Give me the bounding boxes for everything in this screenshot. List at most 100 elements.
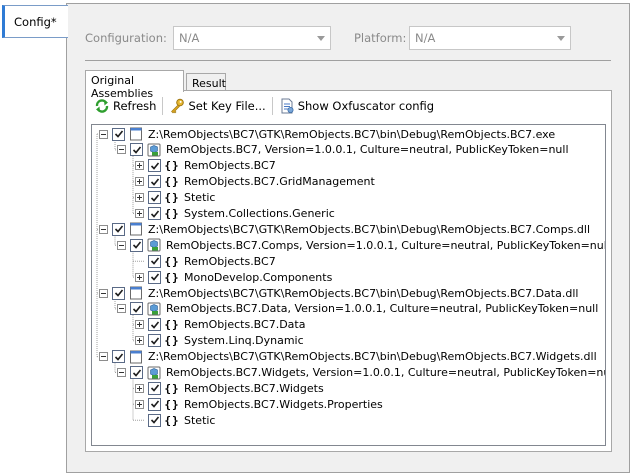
tree-row[interactable]: {} System.Collections.Generic (135, 206, 335, 222)
tree-checkbox[interactable] (148, 175, 161, 189)
tree-checkbox[interactable] (148, 207, 161, 220)
tree-checkbox[interactable] (148, 413, 161, 427)
set-key-file-label: Set Key File... (188, 99, 266, 113)
collapse-icon[interactable] (117, 304, 126, 314)
file-icon (128, 286, 144, 300)
collapse-icon[interactable] (99, 129, 108, 139)
set-key-file-button[interactable]: Set Key File... (165, 95, 269, 117)
tree-row-label: Stetic (184, 413, 216, 427)
divider (85, 60, 611, 61)
assembly-icon (146, 302, 162, 316)
tree-row[interactable]: {} System.Linq.Dynamic (135, 333, 304, 349)
expand-icon[interactable] (135, 383, 144, 393)
tree-row-label: RemObjects.BC7.Comps, Version=1.0.0.1, C… (166, 238, 606, 252)
tree-checkbox[interactable] (148, 334, 161, 348)
tree-row[interactable]: RemObjects.BC7.Widgets, Version=1.0.0.1,… (117, 365, 605, 381)
expand-icon[interactable] (135, 177, 144, 187)
namespace-icon: {} (164, 413, 180, 427)
tree-row-label: RemObjects.BC7.Widgets.Properties (184, 397, 383, 411)
tree-checkbox[interactable] (148, 318, 161, 332)
tree-checkbox[interactable] (112, 350, 125, 364)
tree-row[interactable]: {} MonoDevelop.Components (135, 269, 332, 285)
show-config-button[interactable]: Show Oxfuscator config (275, 95, 438, 117)
tree-checkbox[interactable] (148, 270, 161, 284)
configuration-label: Configuration: (85, 31, 167, 45)
tree-row[interactable]: {} Stetic (135, 412, 215, 428)
tree-row[interactable]: Z:\RemObjects\BC7\GTK\RemObjects.BC7\bin… (99, 349, 597, 365)
tree-row[interactable]: Z:\RemObjects\BC7\GTK\RemObjects.BC7\bin… (99, 126, 555, 142)
namespace-icon: {} (164, 334, 180, 348)
tree-row[interactable]: {} RemObjects.BC7 (135, 158, 276, 174)
collapse-icon[interactable] (117, 240, 126, 250)
collapse-icon[interactable] (117, 368, 126, 377)
tree-row-label: RemObjects.BC7 (184, 159, 276, 173)
tab-config[interactable]: Config* (2, 5, 68, 38)
tree-row[interactable]: {} RemObjects.BC7.Widgets.Properties (135, 396, 383, 412)
expand-icon[interactable] (135, 336, 144, 346)
tree-checkbox[interactable] (130, 366, 143, 379)
chevron-down-icon (557, 36, 565, 41)
tree-checkbox[interactable] (148, 159, 161, 173)
file-icon (128, 222, 144, 236)
refresh-icon (95, 99, 109, 113)
namespace-icon: {} (164, 191, 180, 205)
expand-icon[interactable] (135, 161, 144, 171)
tree-row-label: RemObjects.BC7 (184, 254, 276, 268)
config-document-icon (281, 98, 294, 114)
assembly-tree[interactable]: Z:\RemObjects\BC7\GTK\RemObjects.BC7\bin… (91, 124, 606, 446)
tree-checkbox[interactable] (112, 286, 125, 300)
tree-row[interactable]: Z:\RemObjects\BC7\GTK\RemObjects.BC7\bin… (99, 221, 590, 237)
tree-checkbox[interactable] (130, 143, 143, 157)
expand-icon[interactable] (135, 272, 144, 282)
tree-row[interactable]: RemObjects.BC7.Comps, Version=1.0.0.1, C… (117, 237, 606, 253)
tree-row-label: RemObjects.BC7.GridManagement (184, 175, 375, 189)
tree-checkbox[interactable] (130, 302, 143, 316)
configuration-select[interactable]: N/A (173, 26, 331, 50)
platform-select[interactable]: N/A (409, 26, 571, 50)
tree-row[interactable]: {} RemObjects.BC7.Data (135, 317, 305, 333)
assembly-icon (146, 238, 162, 252)
tree-row-label: MonoDevelop.Components (184, 270, 333, 284)
file-icon (128, 127, 144, 141)
tree-row[interactable]: {} RemObjects.BC7.GridManagement (135, 174, 375, 190)
expand-icon[interactable] (135, 193, 144, 203)
tree-row-label: Stetic (184, 191, 216, 205)
assembly-icon (146, 366, 162, 380)
tree-row[interactable]: RemObjects.BC7, Version=1.0.0.1, Culture… (117, 142, 569, 158)
tree-row[interactable]: Z:\RemObjects\BC7\GTK\RemObjects.BC7\bin… (99, 285, 578, 301)
file-icon (128, 350, 144, 364)
expand-icon[interactable] (135, 399, 144, 409)
namespace-icon: {} (164, 207, 180, 220)
tree-row-label: System.Linq.Dynamic (184, 334, 304, 348)
tree-row-label: Z:\RemObjects\BC7\GTK\RemObjects.BC7\bin… (148, 286, 579, 300)
tree-checkbox[interactable] (112, 127, 125, 141)
assemblies-tab-body: Refresh Set Key File... Show Oxfuscator (85, 90, 612, 452)
tree-row-label: RemObjects.BC7, Version=1.0.0.1, Culture… (166, 143, 569, 157)
tree-checkbox[interactable] (148, 191, 161, 205)
collapse-icon[interactable] (99, 224, 108, 234)
namespace-icon: {} (164, 159, 180, 173)
tree-row-label: System.Collections.Generic (184, 207, 335, 220)
namespace-icon: {} (164, 397, 180, 411)
tab-original-assemblies[interactable]: Original Assemblies (85, 70, 184, 100)
toolbar-separator (271, 97, 273, 115)
tree-checkbox[interactable] (112, 222, 125, 236)
collapse-icon[interactable] (117, 145, 126, 155)
tree-row[interactable]: RemObjects.BC7.Data, Version=1.0.0.1, Cu… (117, 301, 598, 317)
collapse-icon[interactable] (99, 288, 108, 298)
collapse-icon[interactable] (99, 352, 108, 362)
expand-icon[interactable] (135, 320, 144, 330)
expand-icon[interactable] (135, 209, 144, 218)
tree-checkbox[interactable] (148, 254, 161, 268)
tree-checkbox[interactable] (130, 238, 143, 252)
namespace-icon: {} (164, 254, 180, 268)
tree-checkbox[interactable] (148, 397, 161, 411)
tree-row[interactable]: {} RemObjects.BC7.Widgets (135, 380, 324, 396)
tree-row-label: RemObjects.BC7.Widgets (184, 381, 324, 395)
tree-checkbox[interactable] (148, 381, 161, 395)
tree-row[interactable]: {} RemObjects.BC7 (135, 253, 276, 269)
tree-row[interactable]: {} Stetic (135, 190, 215, 206)
show-config-label: Show Oxfuscator config (297, 99, 435, 113)
assembly-icon (146, 143, 162, 157)
